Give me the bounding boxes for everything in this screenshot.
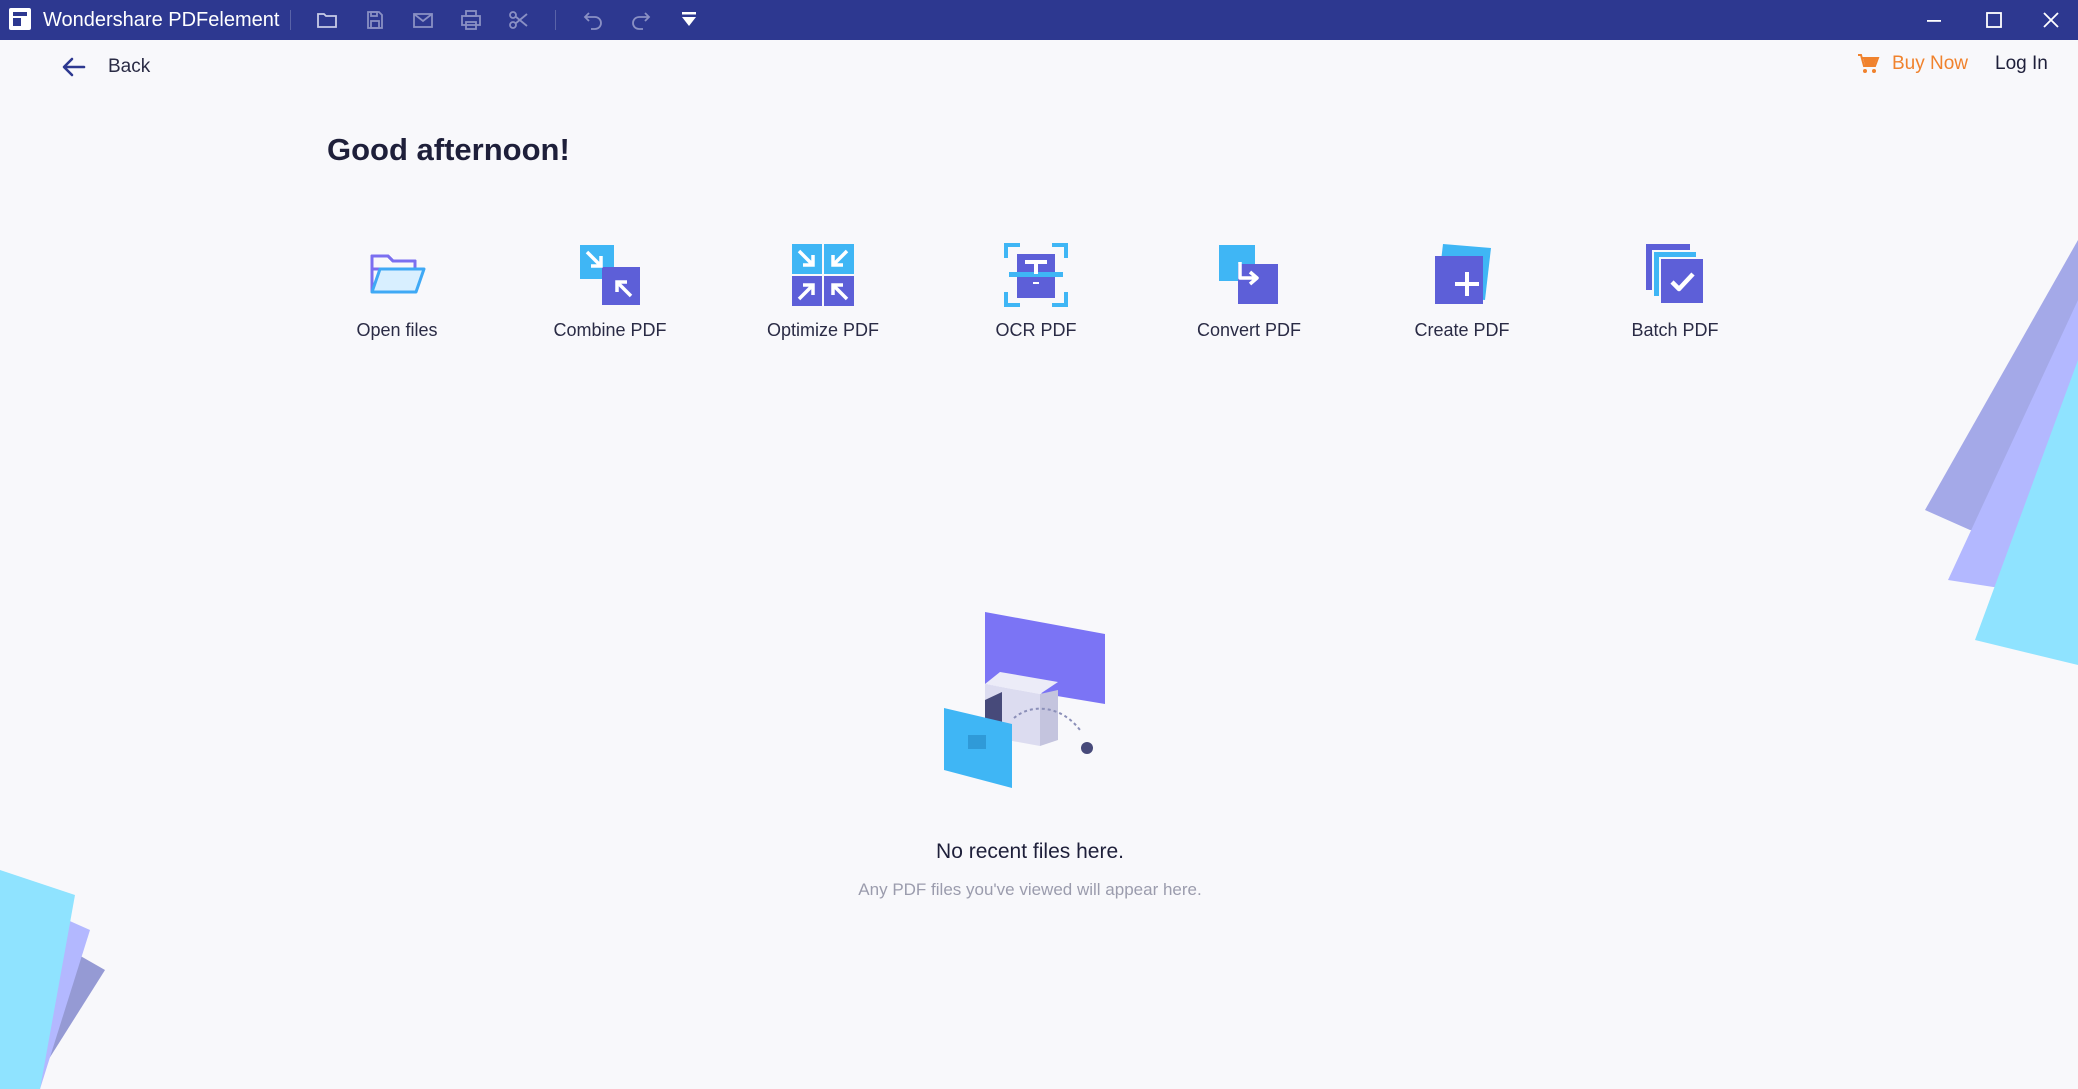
decorative-pages-right [1925,240,2078,665]
quick-action-batch-pdf[interactable]: Batch PDF [1585,236,1765,352]
quick-action-label: OCR PDF [995,320,1077,340]
dropdown-arrow-icon [682,12,696,26]
quick-action-label: Optimize PDF [766,320,880,340]
login-link[interactable]: Log In [1995,48,2048,80]
quick-action-label: Combine PDF [553,320,667,340]
empty-state-illustration [944,612,1105,788]
minimize-icon [1927,20,1941,22]
maximize-button[interactable] [1964,0,2024,40]
maximize-icon [1986,12,2002,28]
quick-action-label: Batch PDF [1631,320,1719,340]
pdfelement-logo-icon [9,8,31,30]
save-icon [367,11,383,29]
decorative-pages-left [0,870,105,1089]
quick-action-convert-pdf[interactable]: Convert PDF [1159,236,1339,352]
mail-button[interactable] [407,4,439,36]
quick-action-label: Create PDF [1414,320,1510,340]
save-button[interactable] [359,4,391,36]
greeting-heading: Good afternoon! [327,132,570,167]
optimize-pdf-icon [792,244,854,306]
quick-action-combine-pdf[interactable]: Combine PDF [520,236,700,352]
scissors-icon [509,11,528,29]
batch-pdf-icon [1646,244,1705,305]
quick-action-optimize-pdf[interactable]: Optimize PDF [733,236,913,352]
close-icon [2043,12,2059,28]
scissors-button[interactable] [503,4,535,36]
app-title: Wondershare PDFelement [43,9,280,31]
undo-icon [583,12,602,30]
open-files-icon [370,254,426,294]
combine-pdf-icon [580,245,640,305]
minimize-button[interactable] [1904,0,1964,40]
quick-action-create-pdf[interactable]: Create PDF [1372,236,1552,352]
buy-now-label: Buy Now [1892,53,1969,74]
back-label: Back [108,56,151,77]
ocr-pdf-icon [1004,243,1068,307]
buy-now-button[interactable]: Buy Now [1856,48,1968,80]
shopping-cart-icon [1858,54,1880,73]
quick-action-label: Convert PDF [1196,320,1302,340]
create-pdf-icon [1435,244,1491,304]
redo-button[interactable] [625,4,657,36]
quick-action-label: Open files [356,320,438,340]
back-button[interactable]: Back [60,50,150,84]
convert-pdf-icon [1219,245,1278,304]
toolbar-separator [555,10,556,30]
empty-state-subtitle: Any PDF files you've viewed will appear … [858,880,1202,899]
open-folder-button[interactable] [311,4,343,36]
redo-icon [632,12,651,30]
close-button[interactable] [2024,0,2078,40]
toolbar-separator [290,10,291,30]
empty-state-title: No recent files here. [936,840,1124,863]
undo-button[interactable] [577,4,609,36]
mail-icon [413,13,433,28]
title-bar: Wondershare PDFelement [0,0,2078,40]
print-icon [461,10,481,30]
quick-access-dropdown[interactable] [673,4,705,36]
arrow-left-icon [62,57,86,77]
quick-action-open-files[interactable]: Open files [307,236,487,352]
print-button[interactable] [455,4,487,36]
quick-action-ocr-pdf[interactable]: OCR PDF [946,236,1126,352]
open-folder-icon [317,13,337,28]
